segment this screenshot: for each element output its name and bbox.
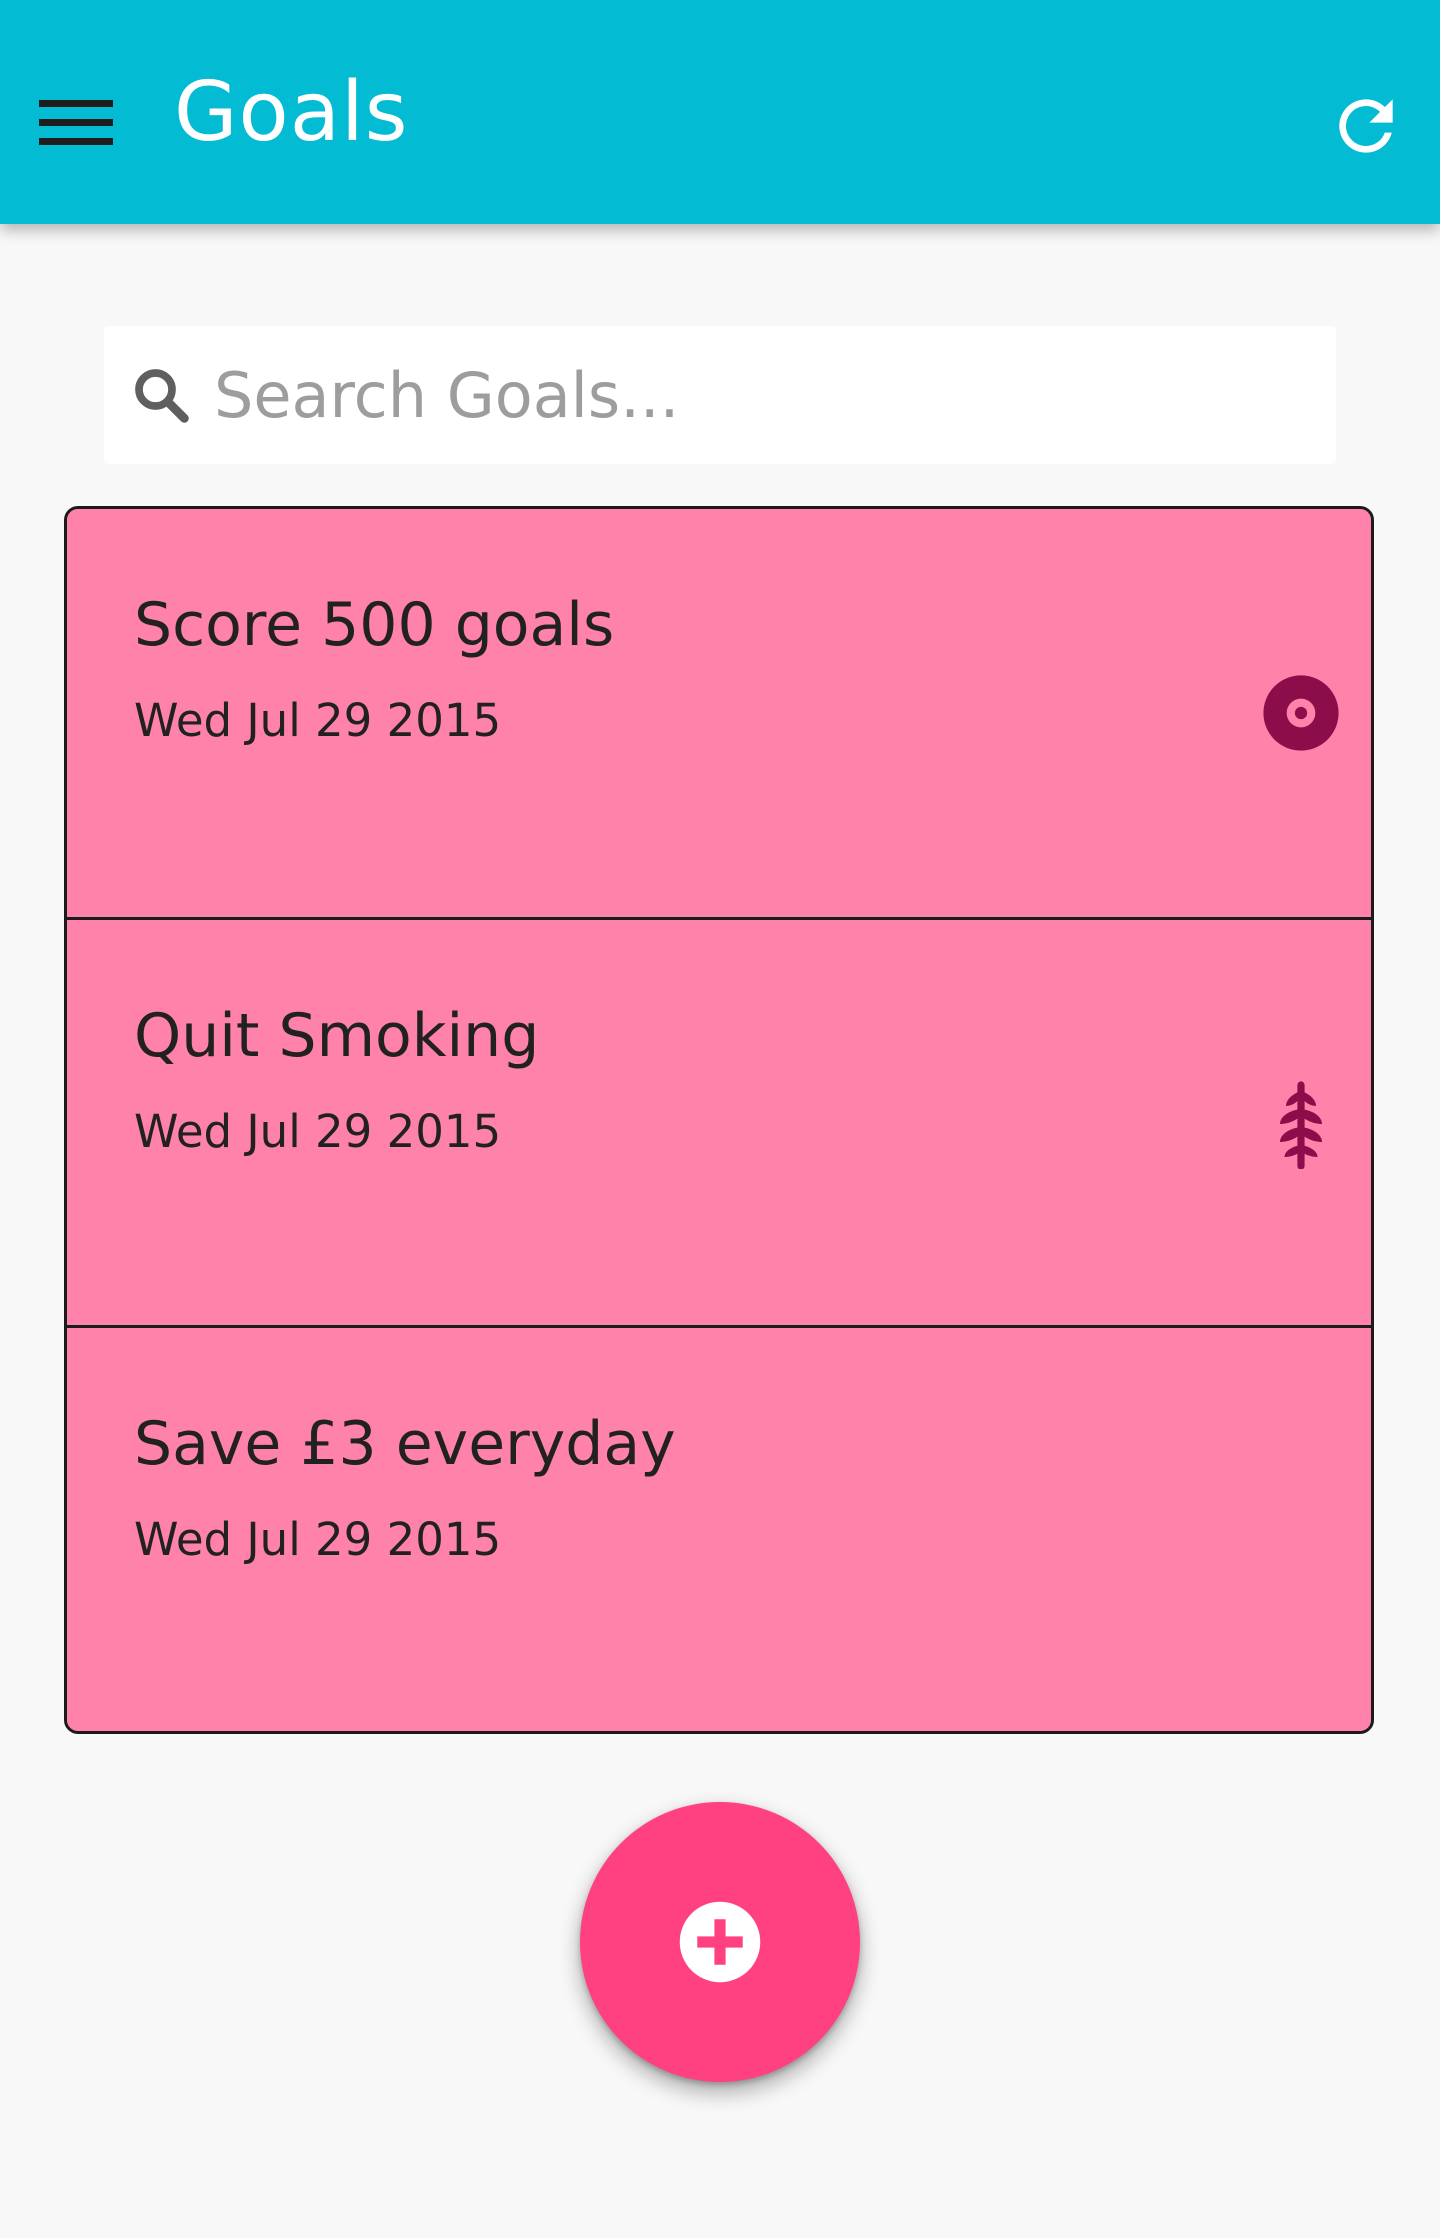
target-icon [1253, 665, 1349, 761]
add-circle-icon [679, 1901, 761, 1983]
goal-date: Wed Jul 29 2015 [134, 694, 502, 747]
refresh-icon [1339, 99, 1393, 153]
refresh-button[interactable] [1320, 80, 1412, 172]
goal-card-quit-smoking[interactable]: Quit Smoking Wed Jul 29 2015 [67, 917, 1371, 1325]
goal-list: Score 500 goals Wed Jul 29 2015 Quit Smo… [64, 506, 1374, 1734]
goal-date: Wed Jul 29 2015 [134, 1105, 502, 1158]
hamburger-menu-icon[interactable] [28, 84, 124, 160]
menu-line [39, 99, 113, 107]
menu-line [39, 137, 113, 145]
goal-card-save-3-everyday[interactable]: Save £3 everyday Wed Jul 29 2015 [67, 1325, 1371, 1731]
wheat-icon [1253, 1076, 1349, 1172]
goal-date: Wed Jul 29 2015 [134, 1513, 502, 1566]
search-input[interactable] [214, 346, 1314, 444]
goal-title: Quit Smoking [134, 1001, 540, 1071]
goal-title: Save £3 everyday [134, 1409, 676, 1479]
goal-card-score-500-goals[interactable]: Score 500 goals Wed Jul 29 2015 [67, 509, 1371, 917]
page-title: Goals [174, 65, 409, 160]
menu-line [39, 118, 113, 126]
search-icon [124, 358, 198, 432]
app-bar: Goals [0, 0, 1440, 224]
search-bar [104, 326, 1336, 464]
add-goal-button[interactable] [580, 1802, 860, 2082]
goal-title: Score 500 goals [134, 590, 615, 660]
